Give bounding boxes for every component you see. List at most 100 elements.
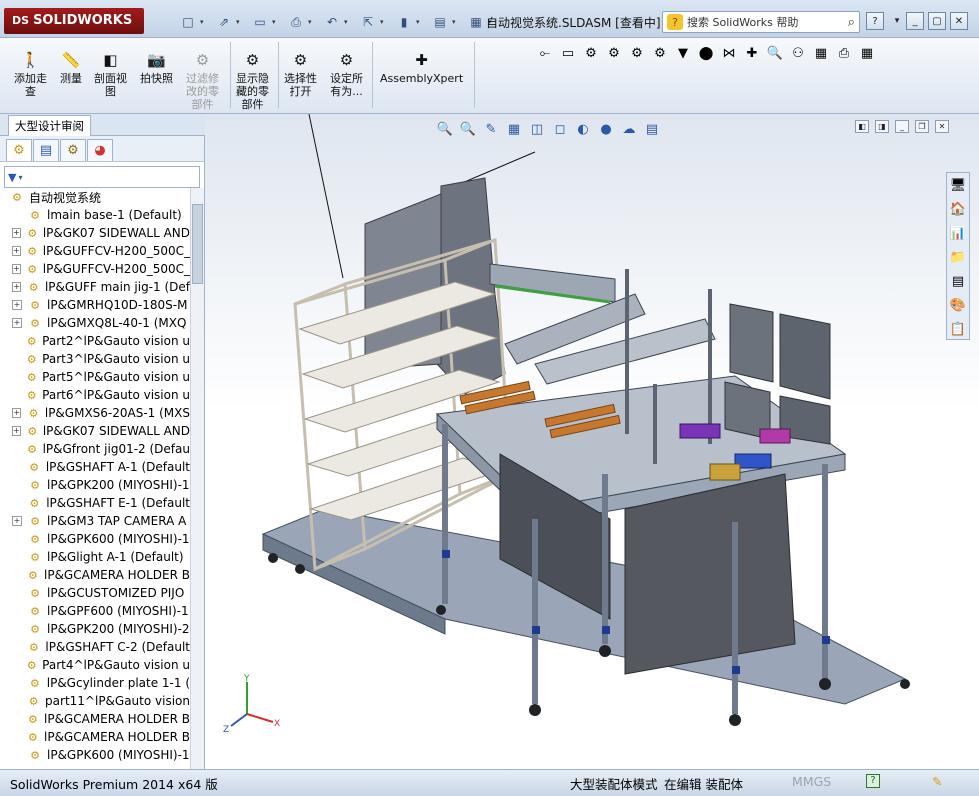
tree-item[interactable]: + ⚙ lP&GMXS6-20AS-1 (MXS [0,404,190,422]
rebuild-button[interactable]: ▮ [394,13,414,31]
configuration-manager-tab-icon[interactable]: ⚙ [60,139,86,161]
solidworks-logo[interactable]: DS SOLIDWORKS [4,8,144,34]
chevron-down-icon[interactable]: ▾ [236,18,244,26]
expand-icon[interactable]: + [12,264,21,274]
tag-icon[interactable]: ✎ [932,774,942,789]
tree-item[interactable]: ⚙ lmain base-1 (Default) [0,206,190,224]
task-pane-icon[interactable]: 🏠 [947,198,969,220]
assembly-model[interactable] [205,114,979,769]
ribbon-tool-icon[interactable]: ⚙ [580,43,602,63]
tree-item[interactable]: ⚙ lP&GCAMERA HOLDER B [0,710,190,728]
tree-item[interactable]: ⚙ lP&GSHAFT C-2 (Default [0,638,190,656]
options-button[interactable]: ▦ [466,13,486,31]
chevron-down-icon[interactable]: ▾ [416,18,424,26]
minimize-button[interactable]: _ [906,12,924,30]
show-hidden-button[interactable]: ⚙ 显示隐 藏的零 部件 [236,50,269,111]
tree-filter-input[interactable]: ▼ ▾ [4,166,200,188]
chevron-down-icon[interactable]: ▾ [272,18,280,26]
print-button[interactable]: ⎙ [286,13,306,31]
assembly-tree-tab-icon[interactable]: ⚙ [6,139,32,161]
tree-item[interactable]: ⚙ Part6^lP&Gauto vision u [0,386,190,404]
tree-item[interactable]: ⚙ lP&GPK200 (MIYOSHI)-1 [0,476,190,494]
tree-item[interactable]: + ⚙ lP&GMRHQ10D-180S-M [0,296,190,314]
property-manager-tab-icon[interactable]: ▤ [33,139,59,161]
assemblyxpert-button[interactable]: ✚ AssemblyXpert [380,50,463,85]
chevron-down-icon[interactable]: ▾ [452,18,460,26]
tree-item[interactable]: ⚙ lP&GCUSTOMIZED PIJO [0,584,190,602]
expand-icon[interactable]: + [12,516,22,526]
expand-icon[interactable]: + [12,426,21,436]
undo-button[interactable]: ↶ [322,13,342,31]
new-document-button[interactable]: □ [178,13,198,31]
ribbon-tool-icon[interactable]: ✚ [741,43,763,63]
tree-item[interactable]: ⚙ Part2^lP&Gauto vision u [0,332,190,350]
task-pane-icon[interactable]: 🎨 [947,294,969,316]
tree-item[interactable]: ⚙ lP&GPK200 (MIYOSHI)-2 [0,620,190,638]
tree-item[interactable]: ⚙ part11^lP&Gauto vision [0,692,190,710]
tree-item[interactable]: ⚙ Part5^lP&Gauto vision u [0,368,190,386]
task-pane-icon[interactable]: ▤ [947,270,969,292]
open-button[interactable]: ⇗ [214,13,234,31]
section-view-button[interactable]: ◧ 剖面视 图 [94,50,127,98]
measure-button[interactable]: 📏 测量 [60,50,82,85]
appearance-tab-icon[interactable]: ◕ [87,139,113,161]
expand-icon[interactable]: + [12,318,22,328]
add-walkthrough-button[interactable]: 🚶 添加走 查 [14,50,47,98]
tree-root[interactable]: ⚙ 自动视觉系统 [0,188,190,206]
units-indicator[interactable]: MMGS [792,774,831,789]
chevron-down-icon[interactable]: ▾ [380,18,388,26]
ribbon-tool-icon[interactable]: ▭ [557,43,579,63]
tree-item[interactable]: + ⚙ lP&GUFFCV-H200_500C_ [0,242,190,260]
ribbon-tool-icon[interactable]: ⚙ [626,43,648,63]
ribbon-tool-icon[interactable]: ▦ [856,43,878,63]
graphics-area[interactable]: 🔍 🔍 ✎ ▦ ◫ ◻ ◐ ● ☁ ▤ ◧ ◨ _ ❐ ✕ Y X Z [205,114,979,769]
ribbon-tool-icon[interactable]: ⋈ [718,43,740,63]
ribbon-tool-icon[interactable]: ⟜ [534,43,556,63]
scrollbar-thumb[interactable] [192,204,203,284]
tree-item[interactable]: ⚙ lP&GSHAFT E-1 (Default [0,494,191,512]
chevron-down-icon[interactable]: ▾ [308,18,316,26]
help-status-icon[interactable]: ? [866,774,880,788]
task-pane-icon[interactable]: 📊 [947,222,969,244]
maximize-button[interactable]: ▢ [928,12,946,30]
tree-item[interactable]: + ⚙ lP&GUFF main jig-1 (Def [0,278,190,296]
tree-item[interactable]: + ⚙ lP&GM3 TAP CAMERA A [0,512,190,530]
ribbon-tool-icon[interactable]: ⚙ [603,43,625,63]
take-snapshot-button[interactable]: 📷 拍快照 [140,50,173,85]
tree-item[interactable]: ⚙ lP&Gfront jig01-2 (Defau [0,440,190,458]
tab-large-design-review[interactable]: 大型设计审阅 [8,115,91,136]
ribbon-tool-icon[interactable]: ▦ [810,43,832,63]
help-dropdown[interactable]: ▾ [888,12,906,30]
tree-item[interactable]: ⚙ lP&GPK600 (MIYOSHI)-1 [0,746,190,764]
expand-icon[interactable]: + [12,246,21,256]
task-pane-icon[interactable]: 📁 [947,246,969,268]
save-button[interactable]: ▭ [250,13,270,31]
ribbon-tool-icon[interactable]: ⚇ [787,43,809,63]
file-properties-button[interactable]: ▤ [430,13,450,31]
tree-item[interactable]: + ⚙ lP&GK07 SIDEWALL AND [0,422,190,440]
tree-item[interactable]: ⚙ Part4^lP&Gauto vision u [0,656,190,674]
tree-item[interactable]: + ⚙ lP&GUFFCV-H200_500C_ [0,260,190,278]
chevron-down-icon[interactable]: ▾ [200,18,208,26]
help-search-input[interactable]: ? 搜索 SolidWorks 帮助 ⌕ [662,11,860,33]
selective-open-button[interactable]: ⚙ 选择性 打开 [284,50,317,98]
expand-icon[interactable]: + [12,228,21,238]
tree-item[interactable]: ⚙ lP&GCAMERA HOLDER B [0,728,190,746]
tree-item[interactable]: ⚙ lP&GSHAFT A-1 (Default [0,458,190,476]
task-pane-icon[interactable]: 🖥 [947,174,969,196]
tree-item[interactable]: ⚙ lP&GPF600 (MIYOSHI)-1 [0,602,190,620]
tree-item[interactable]: ⚙ lP&Gcylinder plate 1-1 ( [0,674,190,692]
ribbon-tool-icon[interactable]: 🔍 [764,43,786,63]
select-button[interactable]: ⇱ [358,13,378,31]
tree-item[interactable]: ⚙ Part3^lP&Gauto vision u [0,350,190,368]
ribbon-tool-icon[interactable]: ⎙ [833,43,855,63]
set-all-button[interactable]: ⚙ 设定所 有为... [330,50,363,98]
chevron-down-icon[interactable]: ▾ [344,18,352,26]
close-button[interactable]: ✕ [950,12,968,30]
ribbon-tool-icon[interactable]: ⚙ [649,43,671,63]
tree-item[interactable]: + ⚙ lP&GMXQ8L-40-1 (MXQ [0,314,190,332]
ribbon-tool-icon[interactable]: ⬤ [695,43,717,63]
expand-icon[interactable]: + [12,282,22,292]
tree-item[interactable]: ⚙ lP&GPK600 (MIYOSHI)-1 [0,530,190,548]
tree-item[interactable]: ⚙ lP&Glight A-1 (Default) [0,548,190,566]
